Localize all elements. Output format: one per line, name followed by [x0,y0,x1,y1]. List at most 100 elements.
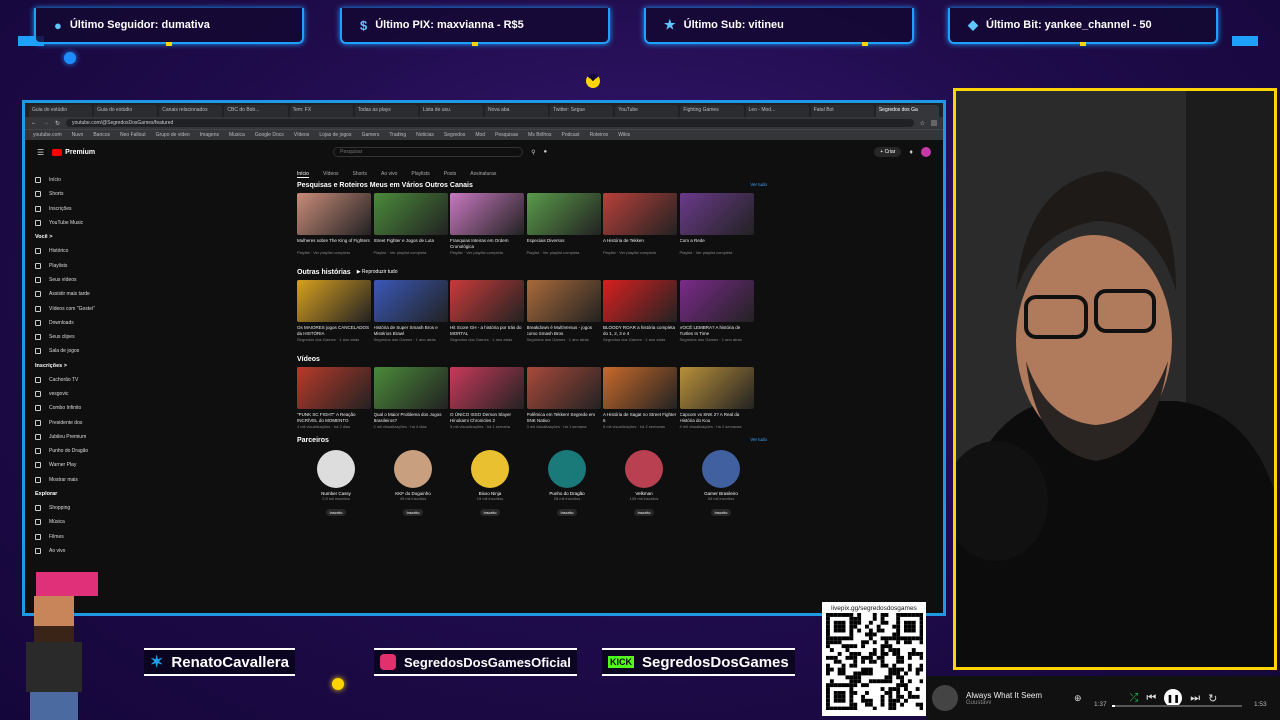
video-title[interactable]: Polêmica em Tekken! Segredo em SNK Nativ… [527,412,601,424]
browser-tab[interactable]: CBC do Bob... [224,105,288,117]
partner-channel[interactable]: Bixxo Ninja 19 mil inscritos Inscrito [471,450,509,519]
sidebar-item[interactable]: Início [35,173,155,187]
video-title[interactable]: História de Super Smash Bros e Mistérios… [374,325,448,337]
bookmark-item[interactable]: Segredos [444,132,465,138]
sidebar-sub-item[interactable]: Punho do Dragão [35,444,155,458]
video-thumbnail[interactable] [297,193,371,235]
sidebar-explore-item[interactable]: Música [35,515,155,529]
bookmark-item[interactable]: Roteiros [590,132,609,138]
partner-channel[interactable]: Number Cassy 2,9 mil inscritos Inscrito [317,450,355,519]
video-thumbnail[interactable] [297,367,371,409]
video-card[interactable]: Franquias Inteiras em Ordem Cronológica P… [450,193,524,255]
subscribed-button[interactable]: Inscrito [556,509,578,516]
video-thumbnail[interactable] [297,280,371,322]
video-card[interactable]: Capcom vs SNK 2? A Real da História do K… [679,367,754,429]
partner-channel[interactable]: KKF do Doguinho 49 mil inscritos Inscrito [394,450,432,519]
partner-avatar[interactable] [471,450,509,488]
video-thumbnail[interactable] [526,280,601,322]
video-title[interactable]: "PUNK SC FIGHT" A Reação INCRÍVEL do MOM… [297,412,371,424]
video-thumbnail[interactable] [526,367,601,409]
sidebar-subs-heading[interactable]: Inscrições > [35,359,155,373]
video-card[interactable]: VOCÊ LEMBRA? A história de Turtles In Ti… [679,280,754,342]
sidebar-item[interactable]: Shorts [35,187,155,201]
video-title[interactable]: Os MAIORES jogos CANCELADOS da HISTÓRIA [297,325,371,337]
video-thumbnail[interactable] [603,280,677,322]
search-input[interactable]: Pesquisar [333,147,524,157]
video-title[interactable]: A História de Tekken [603,238,677,250]
channel-tab[interactable]: Vídeos [323,171,339,178]
video-card[interactable]: "PUNK SC FIGHT" A Reação INCRÍVEL do MOM… [297,367,371,429]
bookmark-item[interactable]: Musica [229,132,245,138]
video-thumbnail[interactable] [603,367,677,409]
video-thumbnail[interactable] [679,367,754,409]
browser-tab[interactable]: Canais relacionados [159,105,223,117]
partner-avatar[interactable] [625,450,663,488]
add-icon[interactable]: ⊕ [1074,693,1082,704]
sidebar-sub-item[interactable]: Jubileu Premium [35,430,155,444]
playback-progress[interactable] [1112,705,1242,707]
sidebar-sub-item[interactable]: Mostrar mais [35,473,155,487]
video-card[interactable]: Especiais Diversos Playlist · Ver playlis… [526,193,601,255]
video-title[interactable]: BLOODY ROAR a história completa do 1, 2,… [603,325,677,337]
video-card[interactable]: Os MAIORES jogos CANCELADOS da HISTÓRIA S… [297,280,371,342]
video-title[interactable]: VOCÊ LEMBRA? A história de Turtles In Ti… [680,325,754,337]
video-title[interactable]: Qual o Maior Problema dos Jogos Brasilei… [374,412,448,424]
repeat-icon[interactable]: ↻ [1208,692,1217,705]
back-icon[interactable]: ← [31,120,37,126]
bookmark-item[interactable]: Podcast [561,132,579,138]
browser-tab[interactable]: Guia do estúdio [29,105,93,117]
bookmark-item[interactable]: Gamers [362,132,380,138]
browser-tab[interactable]: Nova aba [484,105,549,117]
video-thumbnail[interactable] [679,193,754,235]
notifications-icon[interactable]: ♦ [909,149,913,156]
video-thumbnail[interactable] [373,367,448,409]
bookmark-item[interactable]: Noticias [416,132,434,138]
bookmark-item[interactable]: Nuvo [72,132,84,138]
subscribed-button[interactable]: Inscrito [402,509,424,516]
video-card[interactable]: Street Fighter e Jogos de Luta Playlist ·… [373,193,448,255]
video-thumbnail[interactable] [679,280,754,322]
account-avatar[interactable] [921,147,931,157]
next-icon[interactable]: ⏭ [1190,692,1200,705]
sidebar-sub-item[interactable]: Presidente dos [35,415,155,429]
video-card[interactable]: Mulheres sobre The King of Fighters Playl… [297,193,371,255]
reload-icon[interactable]: ↻ [55,120,60,127]
create-button[interactable]: + Criar [874,147,902,157]
bookmark-item[interactable]: youtube.com [33,132,62,138]
partner-avatar[interactable] [548,450,586,488]
subscribed-button[interactable]: Inscrito [710,509,732,516]
video-card[interactable]: O ÚNICO ISSO Demon Slayer Hinokami Chron… [450,367,524,429]
video-title[interactable]: Breakdown é MultiVersus - jogos como Sma… [527,325,601,337]
channel-tab[interactable]: Playlists [411,171,429,178]
sidebar-sub-item[interactable]: Combo Infinito [35,401,155,415]
bookmark-item[interactable]: Grupo de video [156,132,190,138]
bookmark-item[interactable]: Wikis [618,132,630,138]
sidebar-you-item[interactable]: Playlists [35,258,155,272]
sidebar-you-item[interactable]: Assistir mais tarde [35,287,155,301]
browser-tab[interactable]: Guia do estúdio [94,105,158,117]
sidebar-you-item[interactable]: Downloads [35,316,155,330]
video-card[interactable]: A História de Sagat no Street Fighter 66… [603,367,677,429]
sidebar-you-item[interactable]: Vídeos com "Gostei" [35,301,155,315]
youtube-logo[interactable]: Premium [52,148,95,156]
channel-tab[interactable]: Posts [444,171,457,178]
video-card[interactable]: Hit Score GH - a história por trás do MO… [450,280,524,342]
partner-avatar[interactable] [702,450,740,488]
search-icon[interactable]: ⚲ [531,149,535,156]
address-bar[interactable]: youtube.com/@SegredosDosGames/featured [66,119,914,127]
sidebar-you-item[interactable]: Sala de jogos [35,344,155,358]
subscribed-button[interactable]: Inscrito [633,509,655,516]
browser-tab[interactable]: Fatal Bot [810,105,874,117]
video-title[interactable]: Capcom vs SNK 2? A Real da História do K… [680,412,754,424]
bookmark-item[interactable]: Lojas de jogos [319,132,351,138]
video-title[interactable]: A História de Sagat no Street Fighter 6 [603,412,677,424]
video-thumbnail[interactable] [526,193,601,235]
video-thumbnail[interactable] [373,193,448,235]
video-card[interactable]: Qual o Maior Problema dos Jogos Brasilei… [373,367,448,429]
play-all-button[interactable]: ▶ Reproduzir tudo [357,269,398,276]
video-thumbnail[interactable] [450,280,524,322]
video-title[interactable]: Mulheres sobre The King of Fighters [297,238,371,250]
partner-channel[interactable]: Punho do Dragão 28 mil inscritos Inscrito [548,450,586,519]
video-thumbnail[interactable] [450,367,524,409]
channel-tab[interactable]: Shorts [353,171,367,178]
